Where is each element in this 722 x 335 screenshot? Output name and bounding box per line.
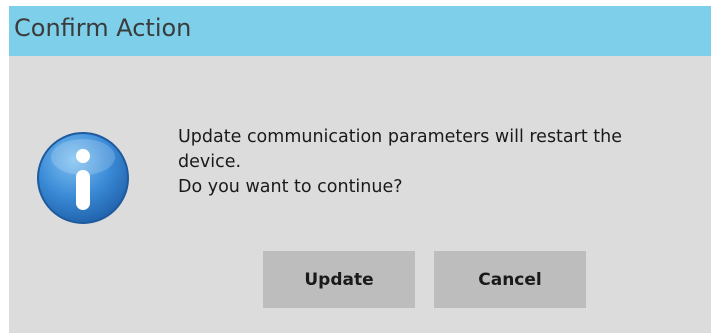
- update-button[interactable]: Update: [263, 251, 415, 308]
- message-line: Do you want to continue?: [178, 177, 403, 197]
- message-line: Update communication parameters will res…: [178, 127, 622, 147]
- dialog-title: Confirm Action: [14, 14, 192, 42]
- message-line: device.: [178, 152, 242, 172]
- info-icon: [36, 131, 130, 225]
- confirm-dialog: Confirm Action Update communication para…: [9, 6, 711, 333]
- dialog-titlebar: Confirm Action: [9, 6, 711, 56]
- dialog-message: Update communication parameters will res…: [178, 125, 710, 200]
- cancel-button[interactable]: Cancel: [434, 251, 586, 308]
